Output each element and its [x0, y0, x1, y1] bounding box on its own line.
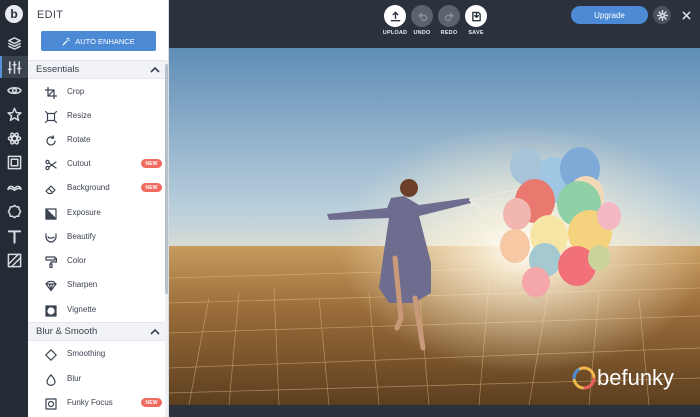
upload-icon	[390, 11, 400, 21]
chevron-up-icon	[150, 66, 160, 73]
rotate-icon	[45, 134, 57, 146]
texture-icon[interactable]	[4, 250, 24, 270]
photo-canvas[interactable]: befunky	[169, 48, 700, 405]
upload-button[interactable]: UPLOAD	[382, 5, 408, 36]
auto-enhance-button[interactable]: AUTO ENHANCE	[41, 31, 156, 51]
scrollbar-thumb[interactable]	[165, 64, 168, 294]
tool-label: Rotate	[67, 135, 91, 144]
new-badge: NEW	[141, 398, 162, 407]
tool-vignette[interactable]: Vignette	[28, 298, 165, 322]
save-icon	[471, 11, 481, 21]
smoothing-icon	[45, 348, 57, 361]
frame-icon[interactable]	[4, 152, 24, 172]
tool-label: Crop	[67, 87, 85, 96]
magic-wand-icon	[62, 37, 70, 46]
panel-title: EDIT	[37, 9, 64, 21]
badge-icon[interactable]	[4, 201, 24, 221]
mustache-icon	[45, 231, 57, 243]
mustache-icon[interactable]	[4, 177, 24, 197]
tool-label: Blur	[67, 374, 82, 383]
new-badge: NEW	[141, 183, 162, 192]
upgrade-button[interactable]: Upgrade	[571, 6, 648, 24]
tool-label: Vignette	[67, 305, 97, 314]
redo-button[interactable]: REDO	[438, 5, 460, 36]
eraser-icon	[45, 182, 57, 195]
sliders-icon[interactable]	[0, 56, 28, 78]
section-blur-smooth-header[interactable]: Blur & Smooth	[28, 322, 165, 341]
resize-icon	[44, 110, 58, 124]
paint-roller-icon	[45, 255, 58, 269]
tool-label: Funky Focus	[67, 398, 113, 407]
tool-smoothing[interactable]: Smoothing	[28, 342, 165, 366]
tool-beautify[interactable]: Beautify	[28, 225, 165, 249]
tool-funky-focus[interactable]: Funky Focus NEW	[28, 391, 165, 415]
tool-rotate[interactable]: Rotate	[28, 128, 165, 152]
tool-exposure[interactable]: Exposure	[28, 201, 165, 225]
close-icon[interactable]	[677, 6, 695, 24]
atom-icon[interactable]	[4, 128, 24, 148]
text-icon[interactable]	[4, 226, 24, 246]
settings-gear-icon[interactable]	[653, 6, 671, 24]
photo-image: befunky	[169, 48, 700, 405]
canvas-bottom-strip	[169, 405, 700, 417]
tool-label: Sharpen	[67, 280, 98, 289]
eye-icon[interactable]	[4, 80, 24, 100]
undo-icon	[418, 12, 427, 21]
tool-label: Beautify	[67, 232, 96, 241]
photo-editor-app: b EDIT AUTO ENHANCE Essentials Crop Resi…	[0, 0, 700, 417]
tool-color[interactable]: Color	[28, 249, 165, 273]
panel-scrollbar[interactable]	[165, 60, 168, 417]
redo-label: REDO	[440, 30, 458, 36]
upload-label: UPLOAD	[382, 30, 408, 36]
redo-icon	[444, 12, 453, 21]
tool-background[interactable]: Background NEW	[28, 176, 165, 200]
section-essentials-title: Essentials	[36, 64, 80, 75]
new-badge: NEW	[141, 159, 162, 168]
save-button[interactable]: SAVE	[465, 5, 487, 36]
tool-resize[interactable]: Resize	[28, 104, 165, 128]
svg-text:befunky: befunky	[597, 365, 674, 390]
tool-label: Color	[67, 256, 87, 265]
layers-icon[interactable]	[4, 33, 24, 53]
top-toolbar: UPLOAD UNDO REDO SAVE Upgrade	[169, 0, 700, 48]
tool-label: Exposure	[67, 208, 101, 217]
drop-icon	[45, 373, 57, 386]
befunky-logo-icon[interactable]: b	[5, 5, 23, 23]
undo-button[interactable]: UNDO	[411, 5, 433, 36]
focus-icon	[45, 397, 57, 410]
crop-icon	[44, 86, 58, 100]
tool-label: Cutout	[67, 159, 91, 168]
tool-cutout[interactable]: Cutout NEW	[28, 152, 165, 176]
diamond-icon	[45, 279, 57, 292]
tool-label: Resize	[67, 111, 92, 120]
scissors-icon	[45, 158, 57, 171]
edit-panel: EDIT AUTO ENHANCE Essentials Crop Resize…	[28, 0, 169, 417]
tool-label: Background	[67, 183, 110, 192]
tool-sharpen[interactable]: Sharpen	[28, 273, 165, 297]
chevron-up-icon	[150, 328, 160, 335]
section-essentials-header[interactable]: Essentials	[28, 60, 165, 79]
tool-rail: b	[0, 0, 28, 417]
auto-enhance-label: AUTO ENHANCE	[75, 36, 135, 46]
vignette-icon	[45, 304, 57, 317]
exposure-icon	[45, 207, 57, 220]
save-label: SAVE	[468, 30, 484, 36]
tool-crop[interactable]: Crop	[28, 80, 165, 104]
undo-label: UNDO	[413, 30, 431, 36]
star-icon[interactable]	[4, 104, 24, 124]
tool-blur[interactable]: Blur	[28, 367, 165, 391]
section-blur-smooth-title: Blur & Smooth	[36, 326, 98, 337]
tool-label: Smoothing	[67, 349, 106, 358]
